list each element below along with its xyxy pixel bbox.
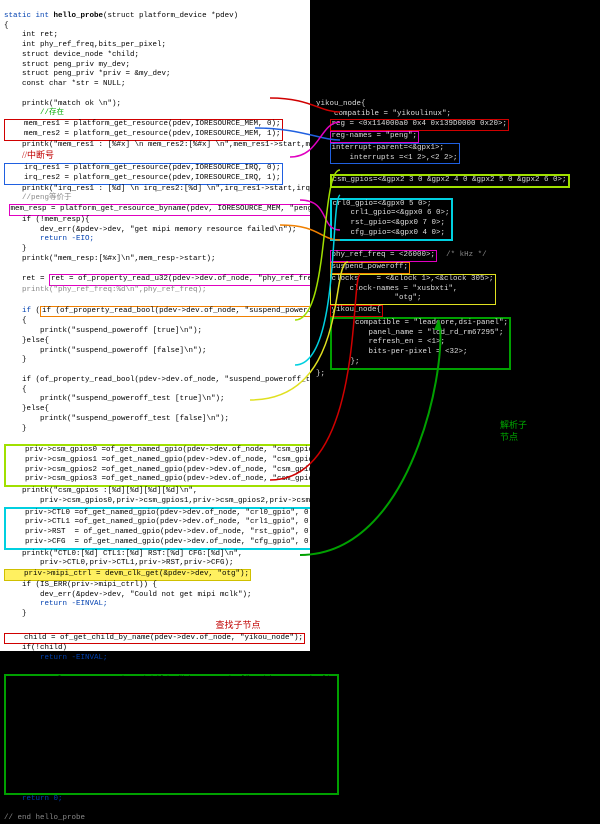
dt-comment: /* kHz */ (446, 251, 487, 259)
comment: //存在 (40, 109, 64, 117)
comment: //peng等价于 (22, 194, 72, 202)
box-dt-crl: crl0_gpio=<&gpx0 5 0>; crl1_gpio=<&gpx0 … (330, 198, 453, 241)
decl: struct device_node *child; (22, 51, 139, 59)
stmt: printk("suspend_poweroff [true]\n"); (40, 327, 202, 335)
dt-close: }; (316, 370, 325, 378)
stmt: }else{ (22, 405, 49, 413)
box-dt-child: compatible = "leadcore,dsi-panel"; panel… (330, 317, 512, 370)
box-mipi-ctrl: priv->mipi_ctrl = devm_clk_get(&pdev->de… (4, 569, 251, 581)
stmt: printk("mem_resp:[%#x]\n",mem_resp->star… (22, 255, 216, 263)
box-dt-clocks: clocks = <&clock 1>,<&clock 305>; clock-… (330, 274, 496, 305)
dt-node: yikou_node{ (316, 100, 366, 108)
box-dt-regnames: reg-names = "peng"; (330, 131, 420, 143)
stmt: printk("phy_ref_freq:%d\n",phy_ref_freq)… (22, 286, 207, 294)
box-irq-res: irq_res1 = platform_get_resource(pdev,IO… (4, 163, 283, 185)
box-dt-suspend: suspend_poweroff; (330, 262, 411, 274)
stmt: printk("match ok \n"); (22, 100, 121, 108)
decl: int phy_ref_freq,bits_per_pixel; (22, 41, 166, 49)
decl: int ret; (22, 31, 58, 39)
box-dt-phy: phy_ref_freq = <26000>; (330, 250, 438, 262)
box-csm-gpios: priv->csm_gpios0 =of_get_named_gpio(pdev… (4, 444, 348, 487)
fn-name: hello_probe (54, 12, 104, 20)
annotation-green: 解析子节点 (500, 420, 527, 443)
stmt: if (of_property_read_bool(pdev->dev.of_n… (22, 376, 337, 384)
box-dt-reg: reg = <0x114000a0 0x4 0x139D0000 0x20>; (330, 119, 510, 131)
devicetree-right: yikou_node{ compatible = "yikoulinux"; r… (310, 0, 600, 651)
box-mem-res: mem_res1 = platform_get_resource(pdev,IO… (4, 119, 283, 141)
box-dt-childname: yikou_node{ (330, 305, 384, 317)
stmt: printk("suspend_poweroff_test [true]\n")… (40, 395, 225, 403)
box-ctl-gpios: priv->CTL0 =of_get_named_gpio(pdev->dev.… (4, 507, 321, 550)
comment-child: 查找子节点 (216, 620, 261, 630)
decl: const char *str = NULL; (22, 80, 126, 88)
stmt: priv->CTL0,priv->CTL1,priv->RST,priv->CF… (40, 559, 234, 567)
stmt: if(!child) (22, 644, 67, 652)
stmt: priv->csm_gpios0,priv->csm_gpios1,priv->… (40, 497, 351, 505)
stmt: printk("csm_gpios :[%d][%d][%d][%d]\n", (22, 487, 198, 495)
stmt: dev_err(&pdev->dev, "get mipi memory res… (40, 226, 297, 234)
stmt: dev_err(&pdev->dev, "Could not get mipi … (40, 591, 252, 599)
stmt: printk("CTL0:[%d] CTL1:[%d] RST:[%d] CFG… (22, 550, 243, 558)
params: (struct platform_device *pdev) (103, 12, 238, 20)
box-mem-resp: mem_resp = platform_get_resource_byname(… (9, 204, 328, 216)
stmt: return -EINVAL; (40, 600, 108, 608)
box-suspend: if (of_property_read_bool(pdev->dev.of_n… (40, 306, 337, 318)
stmt: printk("suspend_poweroff_test [false]\n"… (40, 415, 229, 423)
comment: //中断号 (22, 150, 54, 160)
box-child-get: child = of_get_child_by_name(pdev->dev.o… (4, 633, 305, 645)
stmt: printk("suspend_poweroff [false]\n"); (40, 347, 207, 355)
stmt: if (!mem_resp){ (22, 216, 90, 224)
box-child-props: ret = of_property_read_u32(child, "bits-… (4, 674, 339, 795)
stmt: return -EIO; (40, 235, 94, 243)
box-dt-csm: csm_gpios=<&gpx2 3 0 &gpx2 4 0 &gpx2 5 0… (330, 174, 570, 188)
stmt: if (IS_ERR(priv->mipi_ctrl)) { (22, 581, 157, 589)
decl: struct peng_priv my_dev; (22, 61, 130, 69)
stmt: return 0; (22, 795, 63, 803)
end-comment: // end hello_probe (4, 814, 85, 822)
stmt: return -EINVAL; (40, 654, 108, 662)
source-code-left: static int hello_probe(struct platform_d… (0, 0, 310, 651)
kw: static int (4, 12, 49, 20)
decl: struct peng_priv *priv = &my_dev; (22, 70, 171, 78)
box-dt-intp: interrupt-parent=<&gpx1>; interrupts =<1… (330, 143, 460, 165)
stmt: }else{ (22, 337, 49, 345)
dt-compat: compatible = "yikoulinux"; (334, 110, 451, 118)
